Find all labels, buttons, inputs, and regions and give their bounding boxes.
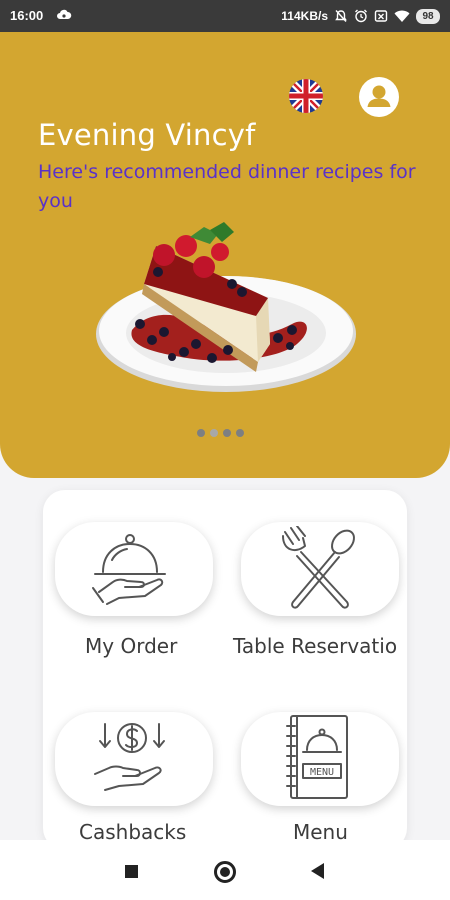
- svg-text:MENU: MENU: [310, 767, 334, 778]
- carousel-dot-active[interactable]: [210, 429, 218, 437]
- profile-icon[interactable]: [358, 76, 400, 118]
- back-icon[interactable]: [311, 863, 324, 879]
- cheesecake-image[interactable]: [92, 212, 360, 402]
- cashbacks-card[interactable]: [55, 712, 213, 806]
- fork-spoon-icon: [282, 526, 355, 609]
- network-speed: 114KB/s: [281, 9, 328, 23]
- recent-apps-icon[interactable]: [125, 865, 138, 878]
- status-time: 16:00: [10, 8, 44, 23]
- feature-panel: My Order Table Reservatio Cashbacks MENU…: [43, 490, 407, 850]
- system-nav-bar: [0, 840, 450, 900]
- carousel-dot[interactable]: [236, 429, 244, 437]
- menu-card[interactable]: MENU: [241, 712, 399, 806]
- cashback-icon: [94, 723, 165, 791]
- hero-banner: Evening Vincyf Here's recommended dinner…: [0, 32, 450, 478]
- menu-tile[interactable]: MENU Menu: [225, 680, 407, 850]
- cashbacks-tile[interactable]: Cashbacks: [43, 680, 225, 850]
- table-reservation-tile[interactable]: Table Reservatio: [225, 490, 407, 680]
- my-order-label: My Order: [85, 634, 178, 658]
- menu-book-icon: MENU: [286, 715, 348, 799]
- greeting-text: Evening Vincyf: [38, 118, 256, 152]
- status-icons: 114KB/s 98: [281, 7, 440, 25]
- status-bar: 16:00 114KB/s 98: [0, 0, 450, 32]
- uk-flag-icon[interactable]: [288, 78, 324, 114]
- battery-icon: 98: [416, 8, 440, 24]
- carousel-dot[interactable]: [223, 429, 231, 437]
- cloud-icon: [57, 9, 72, 19]
- carousel-dot[interactable]: [197, 429, 205, 437]
- my-order-card[interactable]: [55, 522, 213, 616]
- sim-icon: [374, 10, 388, 22]
- table-reservation-card[interactable]: [241, 522, 399, 616]
- my-order-tile[interactable]: My Order: [43, 490, 225, 680]
- recommendation-subtitle: Here's recommended dinner recipes for yo…: [38, 161, 416, 212]
- alarm-icon: [355, 9, 367, 23]
- home-icon[interactable]: [214, 861, 236, 883]
- cloche-icon: [92, 534, 166, 605]
- table-reservation-label: Table Reservatio: [233, 634, 398, 658]
- wifi-icon: [394, 10, 410, 22]
- carousel-indicator[interactable]: [197, 429, 244, 437]
- mute-icon: [335, 10, 347, 22]
